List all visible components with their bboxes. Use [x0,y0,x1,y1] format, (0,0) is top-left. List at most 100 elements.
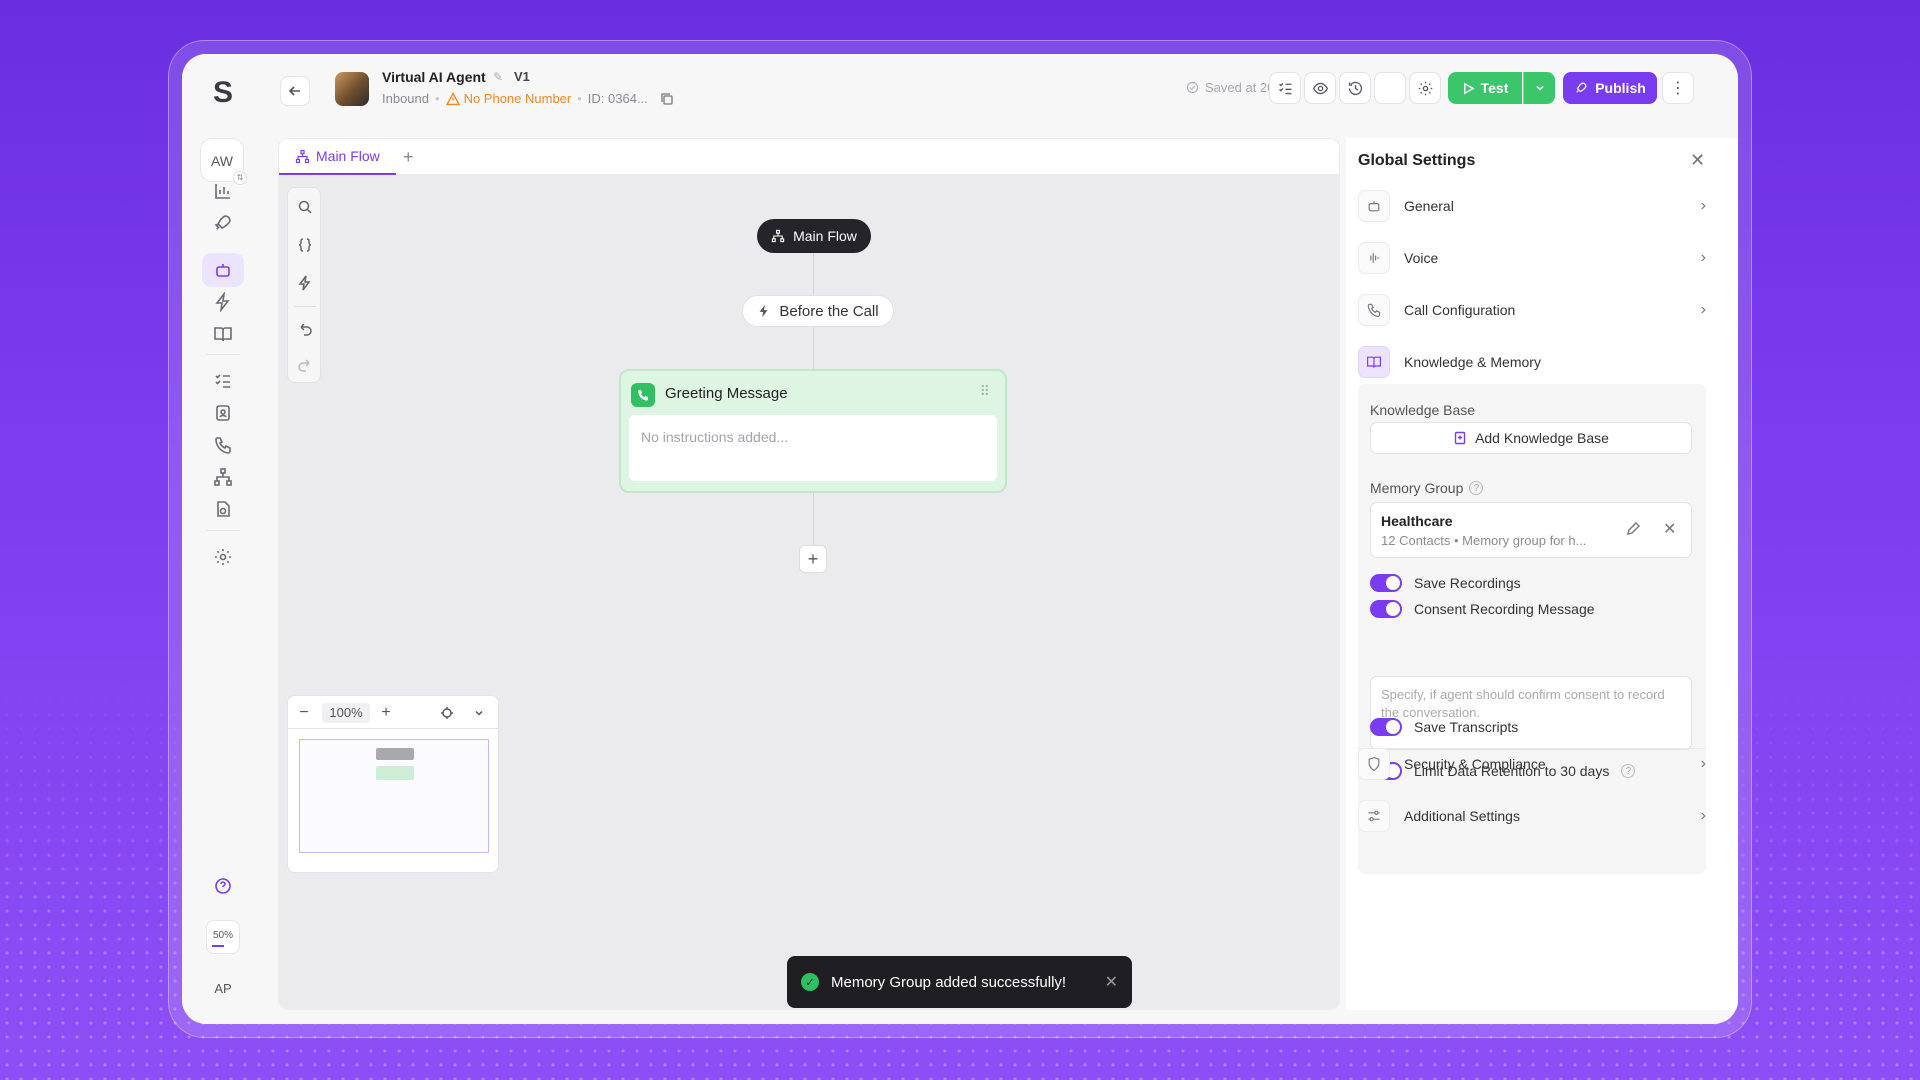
more-options-button[interactable]: ⋮ [1662,72,1694,104]
check-icon: ✓ [801,973,819,991]
separator-dot: • [435,91,440,106]
add-knowledge-base-button[interactable]: Add Knowledge Base [1370,422,1692,454]
remove-icon[interactable]: ✕ [1663,519,1676,539]
memory-group-label: Memory Group [1370,480,1464,496]
flow-tree-icon[interactable] [202,460,244,494]
greeting-message-node[interactable]: Greeting Message ⠿ No instructions added… [619,369,1007,493]
agent-name[interactable]: Virtual AI Agent [382,69,486,85]
history-button[interactable] [1339,72,1371,104]
search-icon[interactable] [288,190,322,224]
language-button-dup [1374,72,1406,104]
consent-recording-toggle-row: Consent Recording Message [1370,600,1595,618]
agent-meta: Inbound • No Phone Number • ID: 0364... [382,91,674,106]
rocket-icon[interactable] [202,206,244,240]
toolbar-divider [294,306,316,307]
section-security-compliance[interactable]: Security & Compliance › [1358,744,1706,784]
save-recordings-label: Save Recordings [1414,575,1521,591]
help-icon[interactable]: ? [1469,481,1484,495]
save-recordings-toggle-row: Save Recordings [1370,574,1521,592]
chevron-right-icon: › [1700,197,1706,214]
close-icon[interactable]: ✕ [1690,150,1705,171]
zoom-level-badge[interactable]: 50% [206,920,240,954]
book-icon[interactable] [202,317,244,351]
agent-avatar [335,72,369,106]
bolt-icon[interactable] [288,266,322,300]
undo-icon[interactable] [288,312,322,346]
edit-name-icon[interactable]: ✎ [493,70,503,84]
consent-message-input[interactable]: Specify, if agent should confirm consent… [1370,676,1692,750]
analytics-icon[interactable] [202,174,244,208]
pencil-icon[interactable] [1625,521,1641,537]
left-rail: S AW ⇅ 50% AP [182,54,264,1024]
workspace-initials: AW [210,153,234,169]
zoom-out-button[interactable]: − [290,696,318,730]
minimap-node [376,766,414,780]
book-icon [1358,346,1390,378]
audit-icon[interactable] [202,492,244,526]
add-tab-button[interactable]: + [403,147,414,168]
tab-label: Main Flow [316,148,380,164]
close-icon[interactable]: ✕ [1105,972,1118,992]
test-dropdown-button[interactable] [1523,72,1555,104]
preview-button[interactable] [1304,72,1336,104]
toast-message: Memory Group added successfully! [831,973,1067,991]
add-node-button[interactable]: + [799,545,827,573]
user-avatar[interactable]: AP [206,972,240,1006]
minimap[interactable] [287,729,499,873]
section-general[interactable]: General › [1358,186,1706,226]
back-button[interactable] [280,76,310,106]
save-transcripts-toggle-row: Save Transcripts [1370,718,1518,736]
app-logo[interactable]: S [206,76,240,110]
greeting-instructions[interactable]: No instructions added... [629,415,997,481]
zoom-menu-button[interactable] [464,696,494,730]
publish-button[interactable]: Publish [1563,72,1657,104]
bolt-icon[interactable] [202,285,244,319]
agent-id: ID: 0364... [587,91,648,106]
main-flow-node[interactable]: Main Flow [757,219,871,253]
flow-canvas[interactable]: Main Flow Before the Call Greeting Messa… [279,175,1339,1009]
section-label: Security & Compliance [1404,756,1546,772]
gear-button[interactable] [1409,72,1441,104]
chevron-down-icon [475,710,483,716]
connector-line [813,253,814,295]
save-recordings-toggle[interactable] [1370,574,1402,592]
phone-warning[interactable]: No Phone Number [445,91,571,106]
tab-main-flow[interactable]: Main Flow [279,139,396,175]
section-label: Call Configuration [1404,302,1516,318]
variables-icon[interactable] [288,228,322,262]
canvas-toolbar [287,187,321,383]
redo-icon[interactable] [288,348,322,382]
test-button[interactable]: Test [1448,72,1522,104]
consent-recording-toggle[interactable] [1370,600,1402,618]
minimap-viewport[interactable] [299,739,489,853]
settings-gear-icon[interactable] [202,540,244,574]
zoom-level-bar [212,945,224,947]
section-label: Voice [1404,250,1439,266]
fit-view-button[interactable] [432,696,462,730]
section-knowledge-memory[interactable]: Knowledge & Memory [1358,342,1706,382]
zoom-in-button[interactable]: + [372,696,400,730]
checklist-button[interactable] [1269,72,1301,104]
section-voice[interactable]: Voice › [1358,238,1706,278]
memory-group-details: 12 Contacts • Memory group for h... [1381,533,1587,548]
contacts-icon[interactable] [202,396,244,430]
before-call-node[interactable]: Before the Call [742,295,894,327]
memory-group-card: Healthcare 12 Contacts • Memory group fo… [1370,502,1692,558]
flow-tree-icon [295,149,310,163]
drag-handle-icon[interactable]: ⠿ [980,383,991,400]
zoom-level-text: 50% [212,930,233,941]
checklist-icon [1278,82,1291,94]
flow-canvas-panel: Main Flow + Main Flow Before the Call Gr… [278,138,1340,1010]
section-additional-settings[interactable]: Additional Settings › [1358,796,1706,836]
phone-icon[interactable] [202,428,244,462]
copy-icon[interactable] [660,92,674,106]
checklist-icon[interactable] [202,364,244,398]
save-transcripts-toggle[interactable] [1370,718,1402,736]
sliders-icon [1358,800,1390,832]
agent-bot-icon[interactable] [202,253,244,287]
top-header: Virtual AI Agent ✎ V1 Inbound • No Phone… [264,54,1738,138]
help-icon[interactable] [202,869,244,903]
connector-line [813,493,814,545]
section-call-configuration[interactable]: Call Configuration › [1358,290,1706,330]
arrow-left-icon [288,86,300,96]
